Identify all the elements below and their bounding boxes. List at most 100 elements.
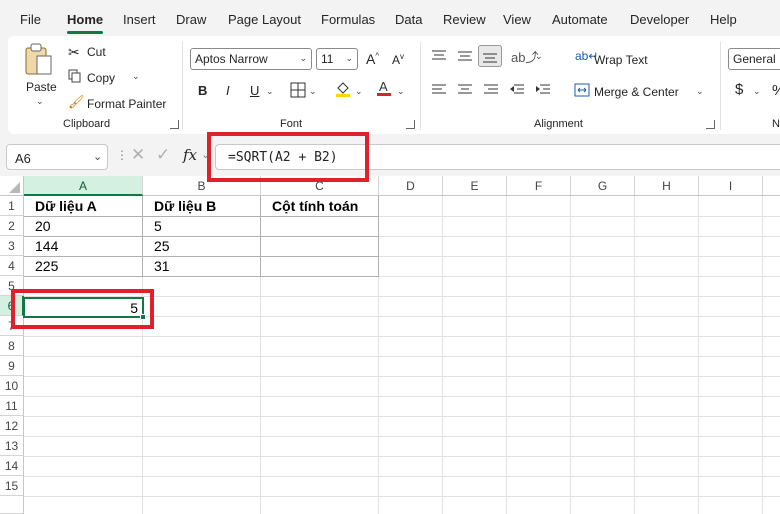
align-right-icon[interactable] bbox=[483, 83, 499, 97]
font-launcher-icon[interactable] bbox=[406, 120, 415, 129]
row-header-10[interactable]: 10 bbox=[0, 376, 24, 396]
menu-page-layout[interactable]: Page Layout bbox=[228, 12, 301, 27]
row-header-11[interactable]: 11 bbox=[0, 396, 24, 416]
font-color-chevron-down-icon[interactable]: ⌄ bbox=[397, 86, 405, 97]
cell-b3[interactable]: 25 bbox=[143, 236, 170, 256]
cell-b2[interactable]: 5 bbox=[143, 216, 162, 236]
menu-formulas[interactable]: Formulas bbox=[321, 12, 375, 27]
underline-button[interactable]: U bbox=[250, 83, 259, 98]
cell-c1[interactable]: Cột tính toán bbox=[261, 196, 358, 216]
separator bbox=[420, 42, 421, 130]
enter-check-icon[interactable]: ✓ bbox=[156, 145, 170, 165]
bold-button[interactable]: B bbox=[198, 83, 207, 98]
gridline bbox=[24, 496, 780, 497]
align-center-icon[interactable] bbox=[457, 83, 473, 97]
merge-center-icon bbox=[574, 83, 590, 97]
chevron-down-icon[interactable]: ⌄ bbox=[93, 150, 102, 163]
column-header-g[interactable]: G bbox=[571, 176, 635, 196]
cell-a4[interactable]: 225 bbox=[24, 256, 58, 276]
highlight-box-cell bbox=[11, 289, 154, 329]
increase-font-size-icon[interactable]: A^ bbox=[366, 51, 379, 67]
percent-button[interactable]: % bbox=[772, 82, 780, 99]
row-header-2[interactable]: 2 bbox=[0, 216, 24, 236]
font-size-select[interactable]: 11 ⌄ bbox=[316, 48, 358, 70]
fill-color-icon[interactable] bbox=[335, 80, 351, 98]
cell-a3[interactable]: 144 bbox=[24, 236, 58, 256]
menu-insert[interactable]: Insert bbox=[123, 12, 156, 27]
merge-center-button[interactable]: Merge & Center bbox=[594, 85, 679, 99]
menu-help[interactable]: Help bbox=[710, 12, 737, 27]
italic-button[interactable]: I bbox=[226, 83, 230, 98]
column-header-f[interactable]: F bbox=[507, 176, 571, 196]
cell-b1[interactable]: Dữ liệu B bbox=[143, 196, 216, 216]
menu-review[interactable]: Review bbox=[443, 12, 486, 27]
gridline bbox=[570, 196, 571, 514]
paste-button[interactable]: Paste bbox=[26, 80, 57, 94]
paste-icon[interactable] bbox=[22, 42, 56, 80]
row-header-12[interactable]: 12 bbox=[0, 416, 24, 436]
column-header-a[interactable]: A bbox=[24, 176, 143, 196]
format-painter-button[interactable]: Format Painter bbox=[87, 97, 166, 111]
fill-chevron-down-icon[interactable]: ⌄ bbox=[355, 86, 363, 97]
cell-a1[interactable]: Dữ liệu A bbox=[24, 196, 97, 216]
currency-button[interactable]: $ bbox=[735, 81, 743, 98]
copy-button[interactable]: Copy bbox=[87, 71, 115, 85]
worksheet-grid[interactable]: A B C D E F G H I 1 2 3 4 5 6 7 8 9 10 1… bbox=[0, 176, 780, 514]
cell-b4[interactable]: 31 bbox=[143, 256, 170, 276]
borders-chevron-down-icon[interactable]: ⌄ bbox=[309, 86, 317, 97]
row-header-1[interactable]: 1 bbox=[0, 196, 24, 216]
menu-developer[interactable]: Developer bbox=[630, 12, 689, 27]
table-border bbox=[378, 196, 379, 277]
wrap-text-button[interactable]: Wrap Text bbox=[594, 53, 648, 67]
select-all-button[interactable] bbox=[0, 176, 24, 196]
menu-automate[interactable]: Automate bbox=[552, 12, 608, 27]
copy-chevron-down-icon[interactable]: ⌄ bbox=[132, 71, 140, 82]
row-header-13[interactable]: 13 bbox=[0, 436, 24, 456]
increase-indent-icon[interactable] bbox=[535, 83, 551, 97]
align-bottom-icon[interactable] bbox=[478, 45, 502, 67]
font-name-select[interactable]: Aptos Narrow ⌄ bbox=[190, 48, 312, 70]
gridline bbox=[24, 456, 780, 457]
column-header-d[interactable]: D bbox=[379, 176, 443, 196]
column-header-e[interactable]: E bbox=[443, 176, 507, 196]
clipboard-launcher-icon[interactable] bbox=[170, 120, 179, 129]
decrease-font-size-icon[interactable]: Av bbox=[392, 52, 404, 67]
menu-home[interactable]: Home bbox=[67, 12, 103, 27]
align-top-icon[interactable] bbox=[431, 49, 447, 63]
cancel-icon[interactable]: ✕ bbox=[131, 145, 145, 165]
number-format-select[interactable]: General bbox=[728, 48, 780, 70]
row-header-3[interactable]: 3 bbox=[0, 236, 24, 256]
row-header-4[interactable]: 4 bbox=[0, 256, 24, 276]
more-options-icon[interactable]: ⋮ bbox=[116, 148, 128, 162]
row-header-14[interactable]: 14 bbox=[0, 456, 24, 476]
orientation-chevron-down-icon[interactable]: ⌄ bbox=[535, 51, 543, 62]
column-header-h[interactable]: H bbox=[635, 176, 699, 196]
font-color-icon[interactable]: A bbox=[376, 79, 392, 97]
gridline bbox=[442, 196, 443, 514]
svg-text:A: A bbox=[379, 79, 388, 94]
menu-view[interactable]: View bbox=[503, 12, 531, 27]
merge-chevron-down-icon[interactable]: ⌄ bbox=[696, 86, 704, 97]
alignment-launcher-icon[interactable] bbox=[706, 120, 715, 129]
row-header-8[interactable]: 8 bbox=[0, 336, 24, 356]
align-left-icon[interactable] bbox=[431, 83, 447, 97]
decrease-indent-icon[interactable] bbox=[509, 83, 525, 97]
column-header-i[interactable]: I bbox=[699, 176, 763, 196]
cut-button[interactable]: Cut bbox=[87, 45, 106, 59]
menu-data[interactable]: Data bbox=[395, 12, 422, 27]
row-header-15[interactable]: 15 bbox=[0, 476, 24, 496]
align-middle-icon[interactable] bbox=[457, 49, 473, 63]
menu-file[interactable]: File bbox=[20, 12, 41, 27]
currency-chevron-down-icon[interactable]: ⌄ bbox=[753, 86, 761, 97]
menu-draw[interactable]: Draw bbox=[176, 12, 206, 27]
font-name-value: Aptos Narrow bbox=[195, 52, 268, 66]
name-box[interactable]: A6 ⌄ bbox=[6, 144, 108, 170]
number-group-label: N bbox=[772, 118, 780, 130]
borders-icon[interactable] bbox=[290, 82, 306, 98]
row-header-9[interactable]: 9 bbox=[0, 356, 24, 376]
insert-function-icon[interactable]: fx bbox=[183, 146, 197, 164]
paste-chevron-down-icon[interactable]: ⌄ bbox=[36, 96, 44, 107]
cell-a2[interactable]: 20 bbox=[24, 216, 51, 236]
gridline bbox=[506, 196, 507, 514]
underline-chevron-down-icon[interactable]: ⌄ bbox=[266, 86, 274, 97]
